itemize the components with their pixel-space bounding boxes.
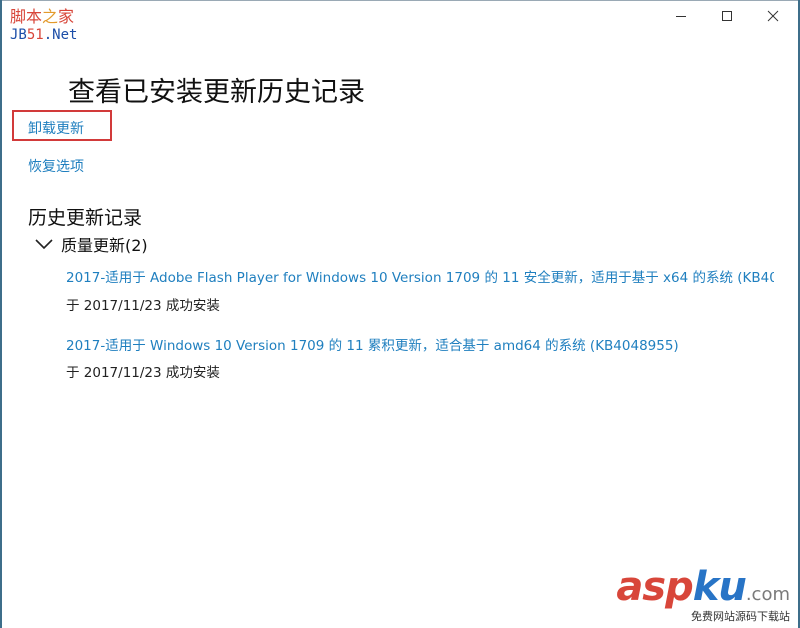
jb51-watermark-logo: 脚本之家 JB51.Net — [10, 7, 78, 43]
update-install-status: 于 2017/11/23 成功安装 — [66, 298, 220, 314]
window-left-edge — [0, 0, 2, 628]
window-controls — [658, 0, 796, 32]
maximize-icon — [722, 11, 732, 21]
maximize-button[interactable] — [704, 0, 750, 32]
chevron-down-icon — [35, 239, 53, 250]
update-history-heading: 历史更新记录 — [28, 207, 143, 229]
minimize-icon — [676, 16, 686, 17]
minimize-button[interactable] — [658, 0, 704, 32]
uninstall-updates-highlight: 卸载更新 — [12, 110, 112, 141]
quality-updates-label: 质量更新(2) — [61, 236, 148, 255]
close-icon — [767, 10, 779, 22]
uninstall-updates-link[interactable]: 卸载更新 — [28, 118, 84, 138]
page-title: 查看已安装更新历史记录 — [68, 77, 365, 109]
update-install-status: 于 2017/11/23 成功安装 — [66, 365, 220, 381]
aspku-watermark-logo: aspku.com 免费网站源码下载站 — [616, 564, 790, 623]
close-button[interactable] — [750, 0, 796, 32]
recovery-options-link[interactable]: 恢复选项 — [28, 156, 84, 176]
update-link-flash-player[interactable]: 2017-适用于 Adobe Flash Player for Windows … — [66, 266, 774, 286]
update-link-cumulative[interactable]: 2017-适用于 Windows 10 Version 1709 的 11 累积… — [66, 334, 679, 354]
quality-updates-group-toggle[interactable]: 质量更新(2) — [34, 232, 148, 256]
